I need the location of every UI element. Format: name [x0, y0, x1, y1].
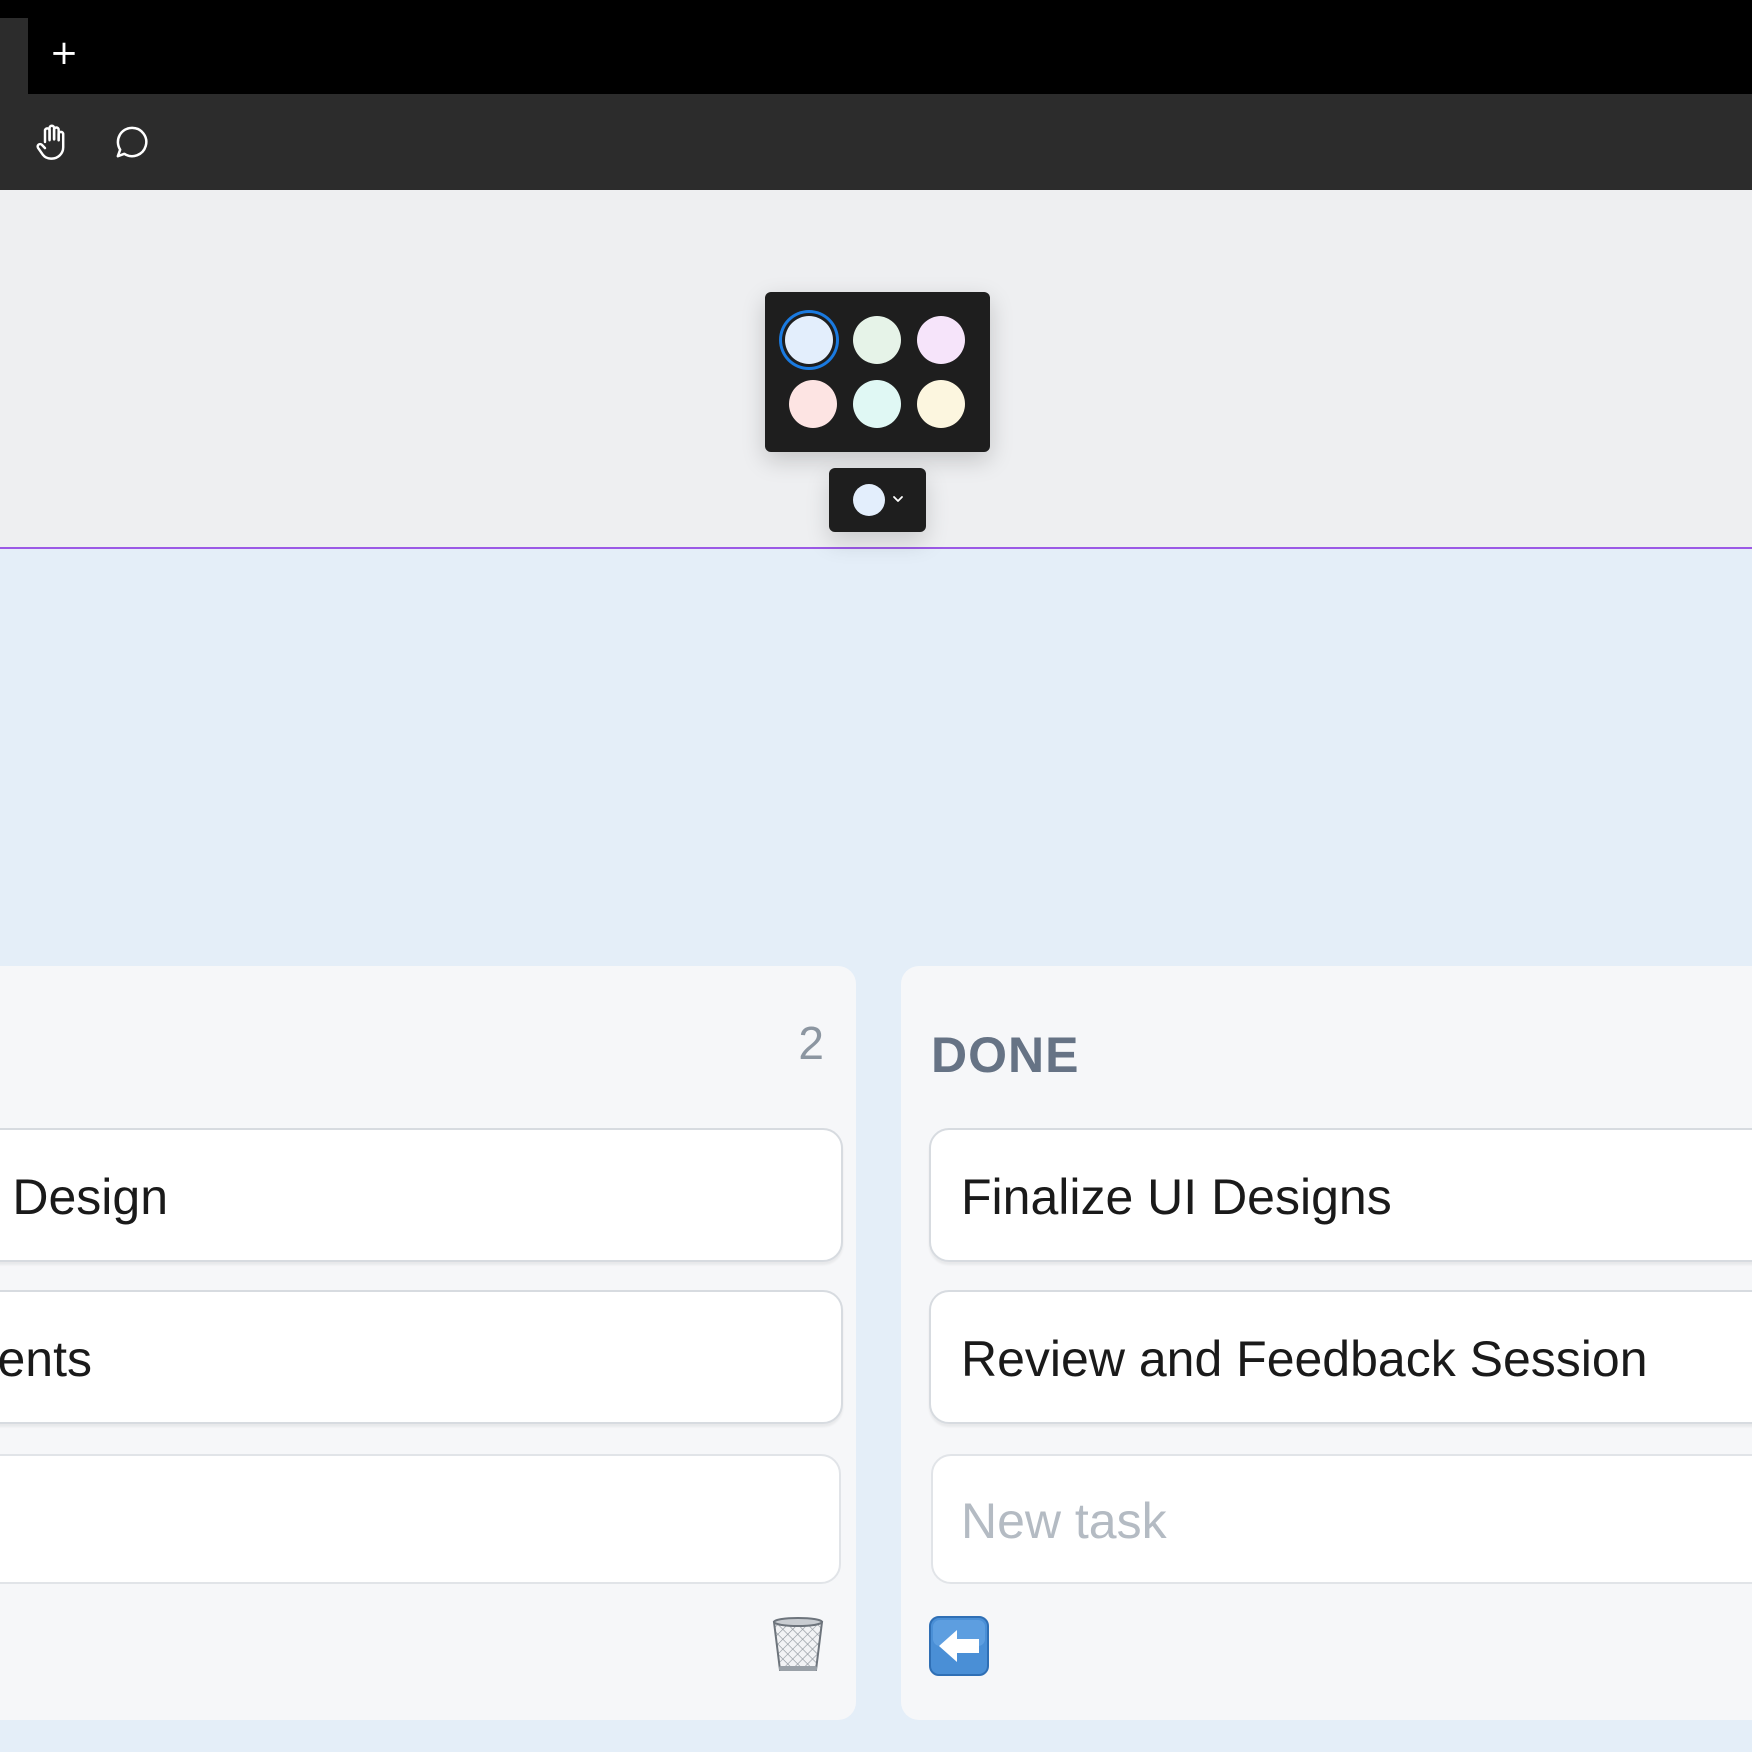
- section-divider: [0, 547, 1752, 549]
- new-task-input[interactable]: [0, 1486, 670, 1556]
- toolbar: [0, 94, 1752, 190]
- task-card-text: Design: [12, 1169, 168, 1225]
- trash-icon: [772, 1617, 824, 1671]
- task-card-text: Review and Feedback Session: [961, 1331, 1648, 1387]
- hand-icon: [36, 124, 65, 160]
- tab-bar: +: [0, 0, 1752, 94]
- swatch-2[interactable]: [917, 316, 965, 364]
- new-task-field[interactable]: [931, 1454, 1752, 1584]
- column-count: 2: [798, 1017, 824, 1069]
- new-tab-button[interactable]: +: [48, 36, 80, 70]
- color-dropdown-button[interactable]: [829, 468, 926, 532]
- task-card[interactable]: Design: [0, 1128, 843, 1262]
- task-card[interactable]: Review and Feedback Session: [929, 1290, 1752, 1424]
- left-arrow-icon: [929, 1616, 989, 1676]
- swatch-1[interactable]: [853, 316, 901, 364]
- column-title: DONE: [931, 1027, 1080, 1083]
- swatch-5[interactable]: [917, 380, 965, 428]
- browser-tab[interactable]: [0, 18, 28, 94]
- swatch-4[interactable]: [853, 380, 901, 428]
- move-left-button[interactable]: [929, 1616, 989, 1676]
- task-card-text: Finalize UI Designs: [961, 1169, 1392, 1225]
- board-column: 2 Design ents: [0, 966, 856, 1720]
- comment-tool-button[interactable]: [108, 118, 156, 166]
- chevron-down-icon: [893, 496, 903, 502]
- hand-tool-button[interactable]: [28, 118, 76, 166]
- swatch-0[interactable]: [785, 316, 833, 364]
- task-card[interactable]: ents: [0, 1290, 843, 1424]
- swatch-3[interactable]: [789, 380, 837, 428]
- new-task-input[interactable]: [961, 1486, 1661, 1556]
- selected-color-dot: [853, 484, 885, 516]
- task-card[interactable]: Finalize UI Designs: [929, 1128, 1752, 1262]
- comment-icon: [116, 126, 148, 158]
- new-task-field[interactable]: [0, 1454, 841, 1584]
- task-card-text: ents: [0, 1331, 92, 1387]
- color-swatch-panel: [765, 292, 990, 452]
- delete-column-button[interactable]: [768, 1614, 828, 1674]
- board-column-done: DONE Finalize UI Designs Review and Feed…: [901, 966, 1752, 1720]
